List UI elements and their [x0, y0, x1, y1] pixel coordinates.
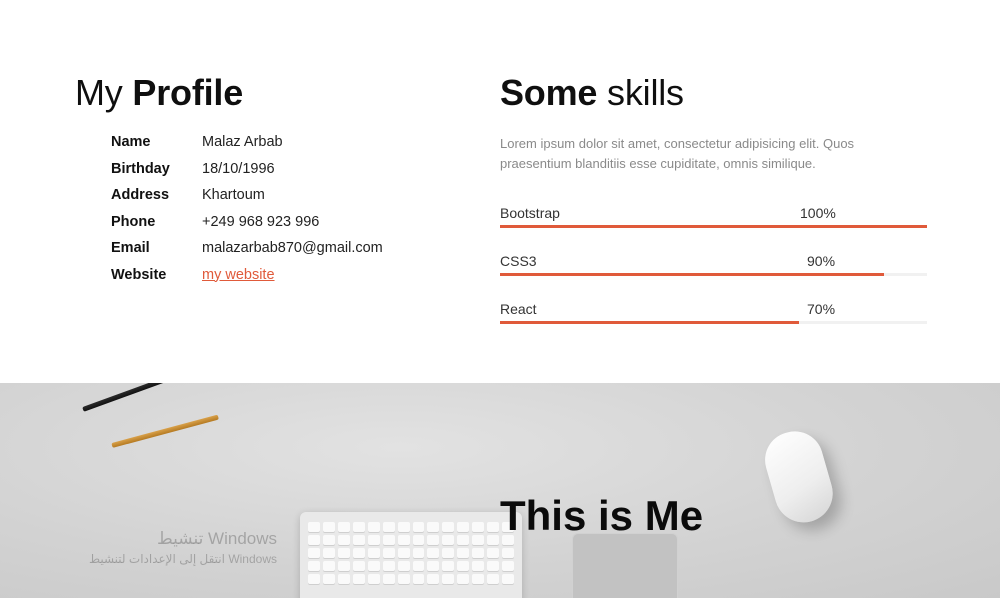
skills-heading-bold: Some: [500, 72, 598, 113]
watermark-line1: تنشيط Windows: [157, 529, 277, 548]
keyboard-image: [300, 512, 522, 598]
skill-progress-track: [500, 321, 927, 324]
skill-react: React 70%: [500, 299, 927, 329]
keyboard-keys: [308, 522, 514, 584]
info-value: 18/10/1996: [202, 160, 275, 177]
skill-bootstrap: Bootstrap 100%: [500, 203, 927, 233]
skill-css3: CSS3 90%: [500, 251, 927, 281]
info-label: Phone: [111, 213, 156, 230]
info-label: Website: [111, 266, 167, 283]
skills-description: Lorem ipsum dolor sit amet, consectetur …: [500, 136, 855, 171]
skill-progress-fill: [500, 225, 927, 228]
skill-percent: 100%: [800, 205, 836, 221]
pencil-image: [82, 383, 222, 412]
skill-progress-fill: [500, 273, 885, 276]
profile-heading: My Profile: [75, 72, 243, 114]
info-label: Email: [111, 240, 150, 256]
windows-activation-watermark: تنشيط Windows انتقل إلى الإعدادات لتنشيط…: [62, 528, 277, 568]
info-value: malazarbab870@gmail.com: [202, 240, 383, 256]
hero-title: This is Me: [500, 491, 703, 541]
hero-title-bold: Me: [644, 492, 704, 539]
skill-name: Bootstrap: [500, 205, 560, 221]
skill-percent: 90%: [807, 253, 836, 269]
skill-name: CSS3: [500, 253, 537, 269]
trackpad-image: [572, 533, 678, 598]
skill-progress-track: [500, 273, 927, 276]
info-label: Name: [111, 134, 151, 150]
skill-progress-fill: [500, 321, 799, 324]
watermark-line2: انتقل إلى الإعدادات لتنشيط Windows: [88, 552, 277, 566]
profile-heading-bold: Profile: [132, 72, 244, 113]
info-label: Birthday: [111, 160, 170, 177]
skill-progress-track: [500, 225, 927, 228]
skills-heading: Some skills: [500, 72, 928, 114]
info-value: Khartoum: [202, 187, 265, 203]
hero-banner: This is Me تنشيط Windows انتقل إلى الإعد…: [0, 383, 1000, 598]
pencil-image: [111, 414, 219, 448]
info-value: +249 968 923 996: [202, 213, 320, 230]
hero-title-light: This is: [500, 492, 634, 539]
profile-heading-light: My: [75, 72, 123, 113]
skill-name: React: [500, 301, 537, 317]
skill-percent: 70%: [807, 301, 836, 317]
computer-mouse-image: [758, 424, 840, 530]
info-label: Address: [111, 187, 170, 203]
website-link[interactable]: my website: [202, 264, 275, 286]
info-value: Malaz Arbab: [202, 134, 283, 150]
skills-heading-light: skills: [607, 72, 684, 113]
